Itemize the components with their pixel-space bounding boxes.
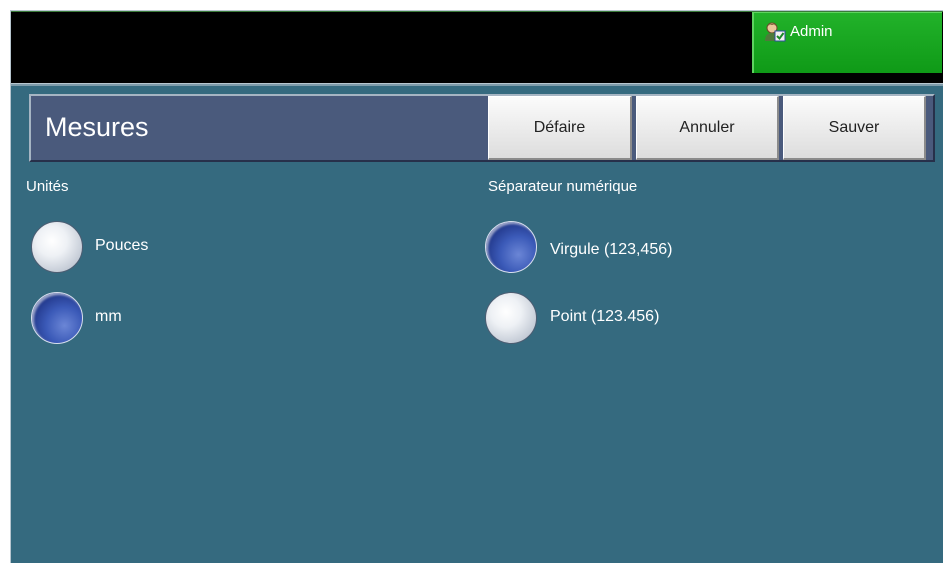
radio-label-pouces[interactable]: Pouces [95,237,148,255]
main-content: Mesures Défaire Annuler Sauver Unités Sé… [11,84,943,563]
radio-label-virgule[interactable]: Virgule (123,456) [550,241,672,259]
radio-virgule[interactable] [485,221,537,273]
units-label: Unités [26,178,69,195]
save-button[interactable]: Sauver [783,96,926,160]
page-title: Mesures [45,112,149,142]
radio-point[interactable] [485,292,537,344]
radio-mm[interactable] [31,292,83,344]
admin-button[interactable]: Admin [752,12,942,73]
undo-button[interactable]: Défaire [488,96,632,160]
admin-label: Admin [790,23,833,40]
radio-label-point[interactable]: Point (123.456) [550,308,659,326]
separator-label: Séparateur numérique [488,178,638,195]
cancel-button[interactable]: Annuler [636,96,779,160]
radio-pouces[interactable] [31,221,83,273]
radio-label-mm[interactable]: mm [95,308,122,326]
admin-user-icon [764,21,786,43]
